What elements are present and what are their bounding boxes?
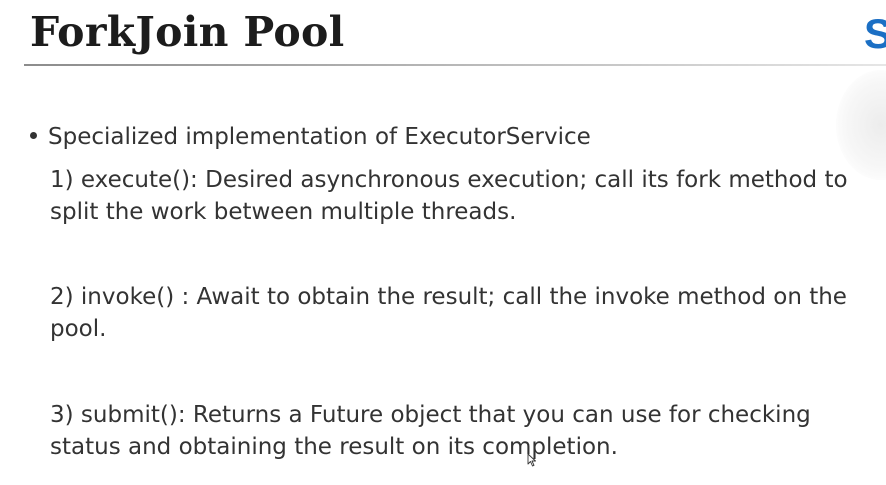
bullet-icon [30, 132, 37, 139]
bullet-text: Specialized implementation of ExecutorSe… [48, 124, 591, 150]
list-item-line: split the work between multiple threads. [50, 199, 517, 225]
list-item-execute: 1) execute(): Desired asynchronous execu… [50, 164, 886, 228]
list-item-invoke: 2) invoke() : Await to obtain the result… [50, 281, 886, 345]
list-item-line: pool. [50, 316, 107, 342]
list-item-submit: 3) submit(): Returns a Future object tha… [50, 399, 886, 463]
slide: S ForkJoin Pool Specialized implementati… [0, 0, 886, 485]
list-item-line: 1) execute(): Desired asynchronous execu… [50, 167, 848, 193]
list-item-line: 2) invoke() : Await to obtain the result… [50, 284, 847, 310]
list-item-line: status and obtaining the result on its c… [50, 434, 618, 460]
slide-body: Specialized implementation of ExecutorSe… [0, 0, 886, 485]
bullet-item: Specialized implementation of ExecutorSe… [30, 121, 591, 153]
list-item-line: 3) submit(): Returns a Future object tha… [50, 402, 811, 428]
mouse-pointer-icon [527, 453, 536, 467]
